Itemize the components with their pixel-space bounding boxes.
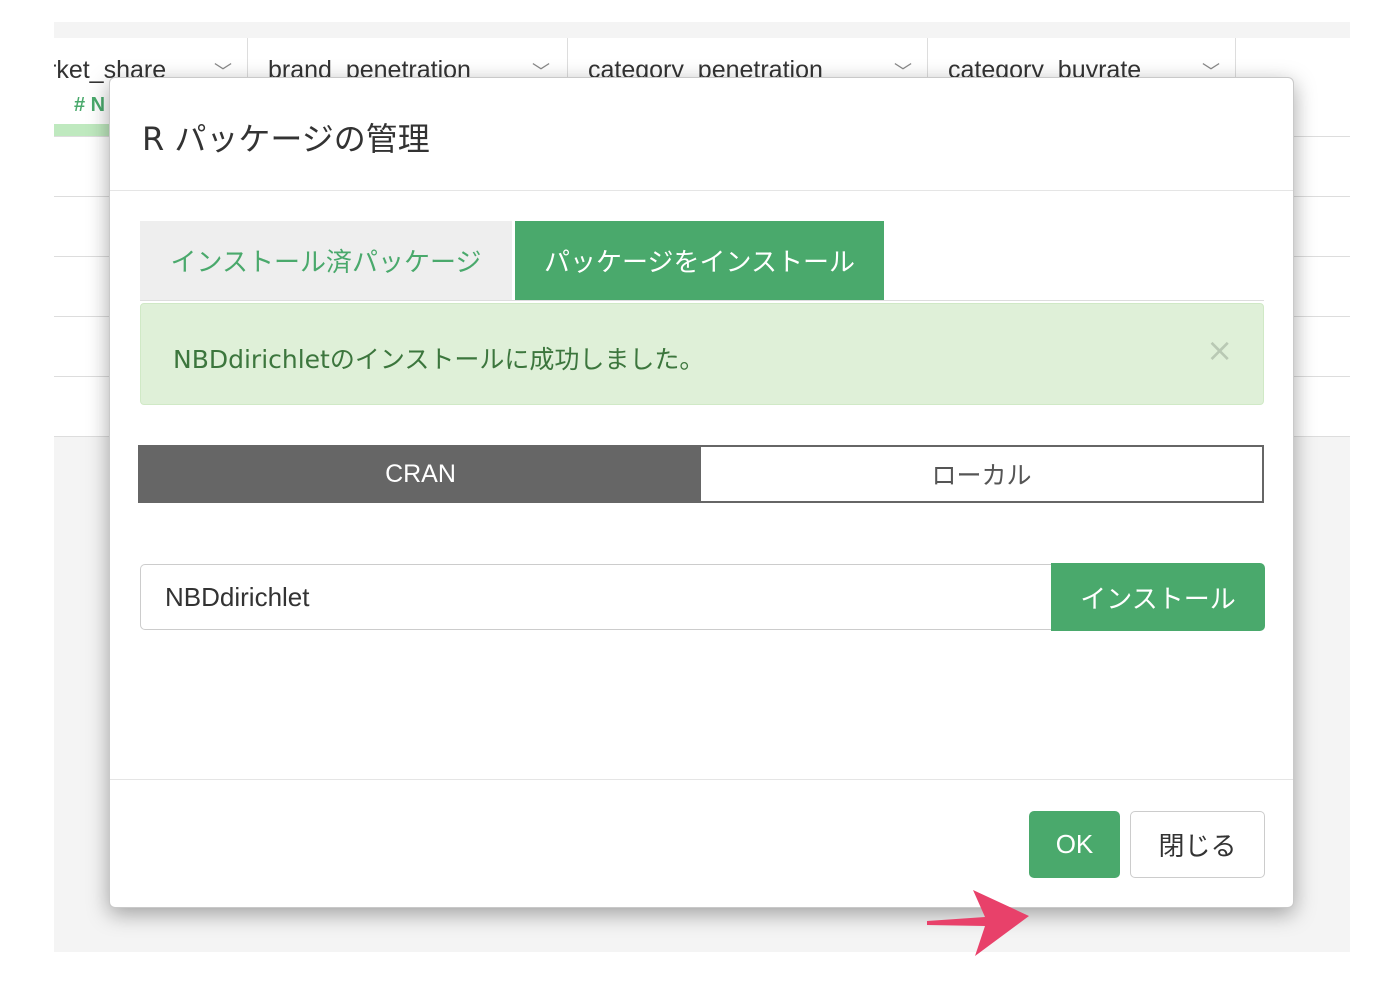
install-button[interactable]: インストール bbox=[1051, 563, 1265, 631]
footer-divider bbox=[110, 779, 1293, 780]
header-divider bbox=[110, 190, 1293, 191]
source-toggle: CRAN ローカル bbox=[138, 445, 1264, 503]
pointer-arrow-icon bbox=[927, 890, 1029, 956]
tab-underline bbox=[140, 300, 1264, 301]
r-package-manager-dialog: R パッケージの管理 インストール済パッケージ パッケージをインストール NBD… bbox=[109, 77, 1294, 956]
tab-install-package[interactable]: パッケージをインストール bbox=[515, 221, 884, 300]
success-alert: NBDdirichletのインストールに成功しました。 × bbox=[140, 303, 1264, 405]
column-distribution-bar bbox=[54, 124, 114, 136]
package-name-input[interactable] bbox=[140, 564, 1052, 630]
ok-button[interactable]: OK bbox=[1029, 811, 1120, 878]
tab-installed-packages[interactable]: インストール済パッケージ bbox=[140, 221, 512, 300]
cran-option[interactable]: CRAN bbox=[140, 447, 701, 501]
close-icon[interactable]: × bbox=[1206, 334, 1233, 366]
close-button[interactable]: 閉じる bbox=[1130, 811, 1265, 878]
local-option[interactable]: ローカル bbox=[701, 447, 1262, 501]
column-type-label: # N bbox=[74, 94, 106, 116]
dialog-title: R パッケージの管理 bbox=[142, 120, 430, 158]
alert-message: NBDdirichletのインストールに成功しました。 bbox=[173, 345, 705, 374]
